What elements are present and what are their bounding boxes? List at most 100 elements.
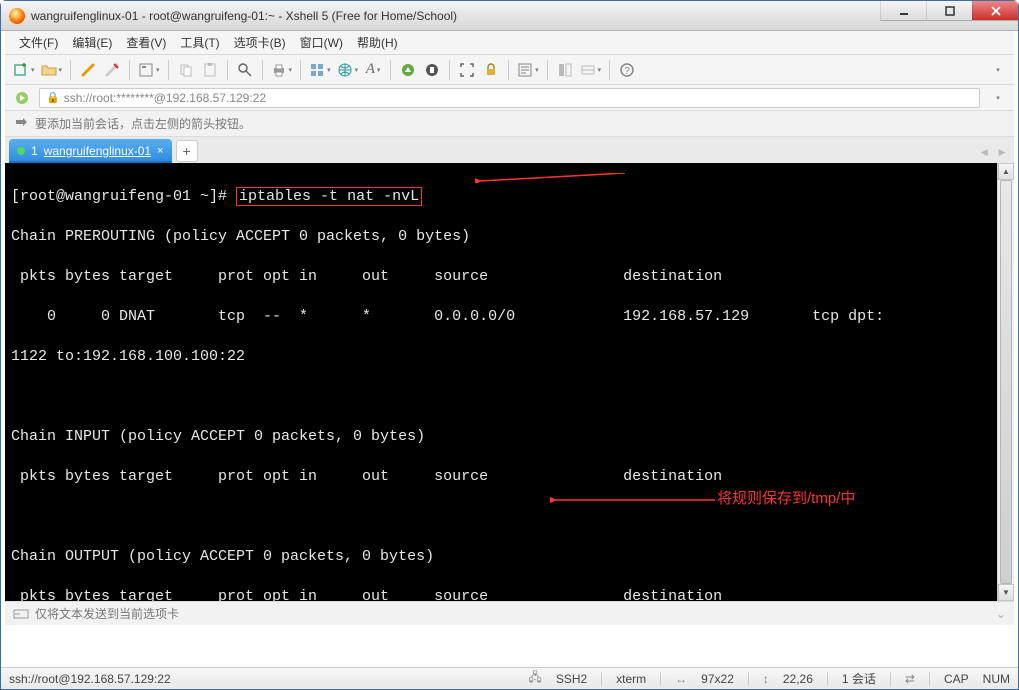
maximize-button[interactable] [926, 1, 972, 21]
scroll-thumb[interactable] [1000, 180, 1012, 584]
view1-button[interactable] [554, 59, 576, 81]
window-title: wangruifenglinux-01 - root@wangruifeng-0… [31, 9, 457, 23]
bottom-tip-text: 仅将文本发送到当前选项卡 [35, 605, 179, 622]
dropdown-arrow-icon: ▾ [289, 66, 293, 74]
annotation-arrow-1 [475, 173, 625, 183]
menu-file[interactable]: 文件(F) [13, 32, 64, 53]
svg-text:?: ? [624, 66, 630, 77]
tab-next-icon[interactable]: ► [996, 145, 1008, 159]
send-mode-icon[interactable] [13, 606, 29, 622]
dropdown-arrow-icon: ▾ [355, 66, 359, 74]
dropdown-arrow-icon: ▾ [156, 66, 160, 74]
lock-icon: 🔒 [46, 91, 60, 104]
toolbar-overflow-button[interactable]: ▾ [986, 59, 1008, 81]
app-icon [9, 8, 25, 24]
terminal[interactable]: [root@wangruifeng-01 ~]# iptables -t nat… [5, 163, 997, 601]
toolbar-separator [129, 60, 130, 80]
xftp-button[interactable] [397, 59, 419, 81]
layout-button[interactable]: ▾ [307, 59, 333, 81]
address-input[interactable]: 🔒 ssh://root:********@192.168.57.129:22 [39, 88, 980, 108]
tab-label: wangruifenglinux-01 [44, 144, 151, 158]
lock-button[interactable] [480, 59, 502, 81]
dropdown-arrow-icon: ▾ [327, 66, 331, 74]
minimize-button[interactable] [880, 1, 926, 21]
status-num: NUM [983, 672, 1010, 686]
menu-tools[interactable]: 工具(T) [174, 32, 225, 53]
dimensions-icon: ↔ [675, 672, 687, 686]
annotation-label-1: 查看nat表的规则 [622, 163, 733, 165]
status-ssh: SSH2 [556, 672, 587, 686]
toolbar-separator [262, 60, 263, 80]
tab-nav: ◄ ► [978, 145, 1008, 159]
close-button[interactable] [972, 1, 1018, 21]
toolbar-separator [300, 60, 301, 80]
tab-close-icon[interactable]: × [157, 145, 163, 157]
encoding-button[interactable]: ▾ [335, 59, 361, 81]
dropdown-arrow-icon: ▾ [377, 66, 381, 74]
menu-edit[interactable]: 编辑(E) [66, 32, 118, 53]
tip-text: 要添加当前会话，点击左侧的箭头按钮。 [35, 115, 251, 132]
toolbar-separator [547, 60, 548, 80]
open-button[interactable]: ▾ [39, 59, 65, 81]
print-button[interactable]: ▾ [269, 59, 295, 81]
toolbar-separator [449, 60, 450, 80]
dropdown-arrow-icon: ▾ [535, 66, 539, 74]
menu-help[interactable]: 帮助(H) [351, 32, 404, 53]
fullscreen-button[interactable] [456, 59, 478, 81]
tabbar: 1 wangruifenglinux-01 × + ◄ ► [5, 137, 1014, 163]
status-term: xterm [616, 672, 646, 686]
menu-window[interactable]: 窗口(W) [294, 32, 349, 53]
highlighted-command-1: iptables -t nat -nvL [236, 187, 422, 206]
status-connection: ssh://root@192.168.57.129:22 [9, 672, 171, 686]
toolbar-separator [609, 60, 610, 80]
terminal-area: [root@wangruifeng-01 ~]# iptables -t nat… [5, 163, 1014, 601]
session-tab[interactable]: 1 wangruifenglinux-01 × [9, 139, 172, 163]
bottom-tip: 仅将文本发送到当前选项卡 ⌄ [5, 601, 1014, 625]
tipbar: 要添加当前会话，点击左侧的箭头按钮。 [5, 111, 1014, 137]
status-cap: CAP [944, 672, 969, 686]
address-text: ssh://root:********@192.168.57.129:22 [64, 91, 266, 105]
disconnect-button[interactable] [101, 59, 123, 81]
toolbar-separator [70, 60, 71, 80]
dropdown-arrow-icon: ▾ [31, 66, 35, 74]
toolbar-separator [390, 60, 391, 80]
menu-view[interactable]: 查看(V) [120, 32, 172, 53]
toolbar-separator [508, 60, 509, 80]
arrow-add-icon[interactable] [13, 116, 29, 132]
find-button[interactable] [234, 59, 256, 81]
font-button[interactable]: A ▾ [362, 59, 384, 81]
status-sessions: 1 会话 [842, 670, 876, 687]
bottom-overflow[interactable]: ⌄ [996, 607, 1006, 621]
ssh-icon: 🖧 [528, 668, 541, 689]
tab-prev-icon[interactable]: ◄ [978, 145, 990, 159]
copy-button[interactable] [175, 59, 197, 81]
tab-index: 1 [31, 144, 38, 158]
terminal-scrollbar[interactable]: ▲ ▼ [997, 163, 1014, 601]
annotation-label-2: 将规则保存到/tmp/中 [717, 489, 855, 509]
annotation-arrow-2 [550, 495, 715, 505]
toolbar: ▾ ▾ ▾ ▾ ▾ ▾ A ▾ [5, 55, 1014, 85]
menu-tabs[interactable]: 选项卡(B) [228, 32, 292, 53]
add-tab-button[interactable]: + [176, 140, 198, 162]
script-button[interactable]: ▾ [515, 59, 541, 81]
new-session-button[interactable]: ▾ [11, 59, 37, 81]
cursor-icon: ↕ [763, 672, 769, 686]
scroll-up-button[interactable]: ▲ [998, 163, 1014, 180]
reconnect-button[interactable] [77, 59, 99, 81]
menubar: 文件(F) 编辑(E) 查看(V) 工具(T) 选项卡(B) 窗口(W) 帮助(… [5, 31, 1014, 55]
scroll-down-button[interactable]: ▼ [998, 584, 1014, 601]
statusbar: ssh://root@192.168.57.129:22 🖧 SSH2 xter… [1, 667, 1018, 689]
status-cursor: 22,26 [783, 672, 813, 686]
toolbar-separator [227, 60, 228, 80]
properties-button[interactable]: ▾ [136, 59, 162, 81]
view2-button[interactable]: ▾ [578, 59, 604, 81]
help-button[interactable]: ? [616, 59, 638, 81]
xagent-button[interactable] [421, 59, 443, 81]
addressbar-overflow[interactable]: ▾ [986, 87, 1008, 109]
dropdown-arrow-icon: ▾ [59, 66, 63, 74]
go-button[interactable] [11, 87, 33, 109]
from-to-icon: ⇄ [905, 672, 915, 686]
status-size: 97x22 [701, 672, 734, 686]
paste-button[interactable] [199, 59, 221, 81]
toolbar-separator [168, 60, 169, 80]
